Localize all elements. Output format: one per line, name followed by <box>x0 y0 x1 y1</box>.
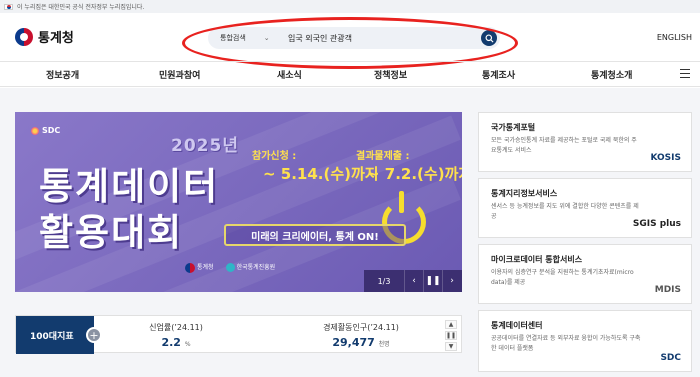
indicators-label: 100대지표 <box>16 316 94 354</box>
korea-flag-icon <box>4 3 13 10</box>
nav-item-survey[interactable]: 통계조사 <box>482 68 515 81</box>
pause-icon[interactable]: ❚❚ <box>423 270 442 292</box>
search-button[interactable] <box>481 30 497 46</box>
key-indicators: 100대지표 + 신업률(’24.11) 2.2 % 경제활동인구(’24.11… <box>15 315 462 354</box>
search-category-label: 통합검색 <box>220 34 246 42</box>
up-arrow-icon[interactable]: ▲ <box>445 320 457 329</box>
indicator-item[interactable]: 신업률(’24.11) 2.2 % <box>131 322 221 349</box>
statistics-korea-logo-icon <box>15 27 33 46</box>
main-nav: 정보공개 민원과참여 새소식 정책정보 통계조사 통계청소개 <box>0 61 700 87</box>
language-link[interactable]: ENGLISH <box>657 33 692 42</box>
prev-arrow-icon[interactable]: ‹ <box>404 270 423 292</box>
logo-text: 통계청 <box>38 31 74 46</box>
banner-year: 2025년 <box>171 136 239 156</box>
service-description: 모든 국가승인통계 자료를 제공하는 포털로 국제 북한의 주요통계도 서비스 <box>491 137 637 154</box>
service-card-mdis[interactable]: 마이크로데이터 통합서비스 이용자의 심층연구 분석을 지원하는 통계기초자료(… <box>478 244 692 304</box>
indicator-value: 29,477 천명 <box>332 336 390 349</box>
gov-banner-text: 이 누리집은 대한민국 공식 전자정부 누리집입니다. <box>17 4 145 11</box>
service-title: 통계데이터센터 <box>491 321 543 330</box>
service-title: 통계지리정보서비스 <box>491 189 558 198</box>
hamburger-menu-icon[interactable] <box>680 69 690 78</box>
service-title: 국가통계포털 <box>491 123 536 132</box>
nav-item-info-disclosure[interactable]: 정보공개 <box>46 68 79 81</box>
sdc-brand-text: SDC <box>42 126 61 135</box>
sdc-brand: SDC <box>31 126 60 135</box>
pause-icon[interactable]: ❚❚ <box>445 331 457 340</box>
apply-label: 참가신청 : <box>252 151 297 162</box>
banner-page-indicator: 1/3 <box>377 276 391 286</box>
indicator-value: 2.2 % <box>161 336 191 349</box>
indicator-title: 신업률(’24.11) <box>149 323 203 332</box>
plus-icon[interactable]: + <box>86 327 102 343</box>
search-input[interactable] <box>288 33 468 43</box>
org-logo-2: 한국통계진흥원 <box>225 262 275 273</box>
sdc-logo-icon <box>31 126 39 135</box>
nav-item-news[interactable]: 새소식 <box>277 68 302 81</box>
main-banner[interactable]: SDC 2025년 통계데이터 활용대회 참가신청 : ~ 5.14.(수)까지… <box>15 112 462 292</box>
indicator-controls: ▲ ❚❚ ▼ <box>445 320 457 351</box>
nav-item-policy[interactable]: 정책정보 <box>374 68 407 81</box>
header: 통계청 통합검색 ⌄ ENGLISH <box>0 13 700 69</box>
submit-label: 결과물제출 : <box>356 151 410 162</box>
indicator-item[interactable]: 경제활동인구(’24.11) 29,477 천명 <box>301 322 421 349</box>
nav-item-about[interactable]: 통계청소개 <box>591 68 632 81</box>
sdc-logo: SDC <box>660 353 681 363</box>
search-category-select[interactable]: 통합검색 ⌄ <box>208 33 288 43</box>
banner-slogan: 미래의 크리에이터, 통계 ON! <box>224 224 406 246</box>
sgis-logo: SGIS plus <box>632 219 681 229</box>
service-description: 공공데이터를 연결자료 등 외부자료 융합이 가능하도록 구축한 데이터 플랫폼 <box>491 335 641 352</box>
search-bar: 통합검색 ⌄ <box>208 27 500 49</box>
service-card-sdc[interactable]: 통계데이터센터 공공데이터를 연결자료 등 외부자료 융합이 가능하도록 구축한… <box>478 310 692 372</box>
service-card-sgis[interactable]: 통계지리정보서비스 센서스 등 능계정보를 지도 위에 결합한 다양한 콘텐츠를… <box>478 178 692 238</box>
down-arrow-icon[interactable]: ▼ <box>445 342 457 351</box>
gov-banner: 이 누리집은 대한민국 공식 전자정부 누리집입니다. <box>0 0 700 13</box>
submit-date: ~ 7.2.(수)까지 <box>367 165 462 183</box>
service-description: 이용자의 심층연구 분석을 지원하는 통계기초자료(micro data)를 제… <box>491 269 634 286</box>
nav-item-participation[interactable]: 민원과참여 <box>159 68 200 81</box>
service-card-kosis[interactable]: 국가통계포털 모든 국가승인통계 자료를 제공하는 포털로 국제 북한의 주요통… <box>478 112 692 172</box>
service-description: 센서스 등 능계정보를 지도 위에 결합한 다양한 콘텐츠를 제공 <box>491 203 639 220</box>
indicator-title: 경제활동인구(’24.11) <box>323 323 399 332</box>
next-arrow-icon[interactable]: › <box>442 270 461 292</box>
chevron-down-icon: ⌄ <box>263 34 270 42</box>
banner-title-line2: 활용대회 <box>39 211 184 254</box>
site-logo[interactable]: 통계청 <box>15 27 74 46</box>
banner-org-logos: 통계청 한국통계진흥원 <box>185 262 275 273</box>
kosis-logo: KOSIS <box>650 153 681 163</box>
search-icon <box>484 33 494 43</box>
page: 이 누리집은 대한민국 공식 전자정부 누리집입니다. 통계청 통합검색 ⌄ E… <box>0 0 700 377</box>
mdis-logo: MDIS <box>654 285 681 295</box>
apply-date: ~ 5.14.(수)까지 <box>263 165 379 183</box>
statistics-korea-logo-icon <box>185 262 195 273</box>
service-title: 마이크로데이터 통합서비스 <box>491 255 583 264</box>
kostat-promotion-logo-icon <box>225 263 235 273</box>
org-logo-1: 통계청 <box>185 262 214 273</box>
banner-controls: 1/3 ‹ ❚❚ › <box>364 270 462 292</box>
